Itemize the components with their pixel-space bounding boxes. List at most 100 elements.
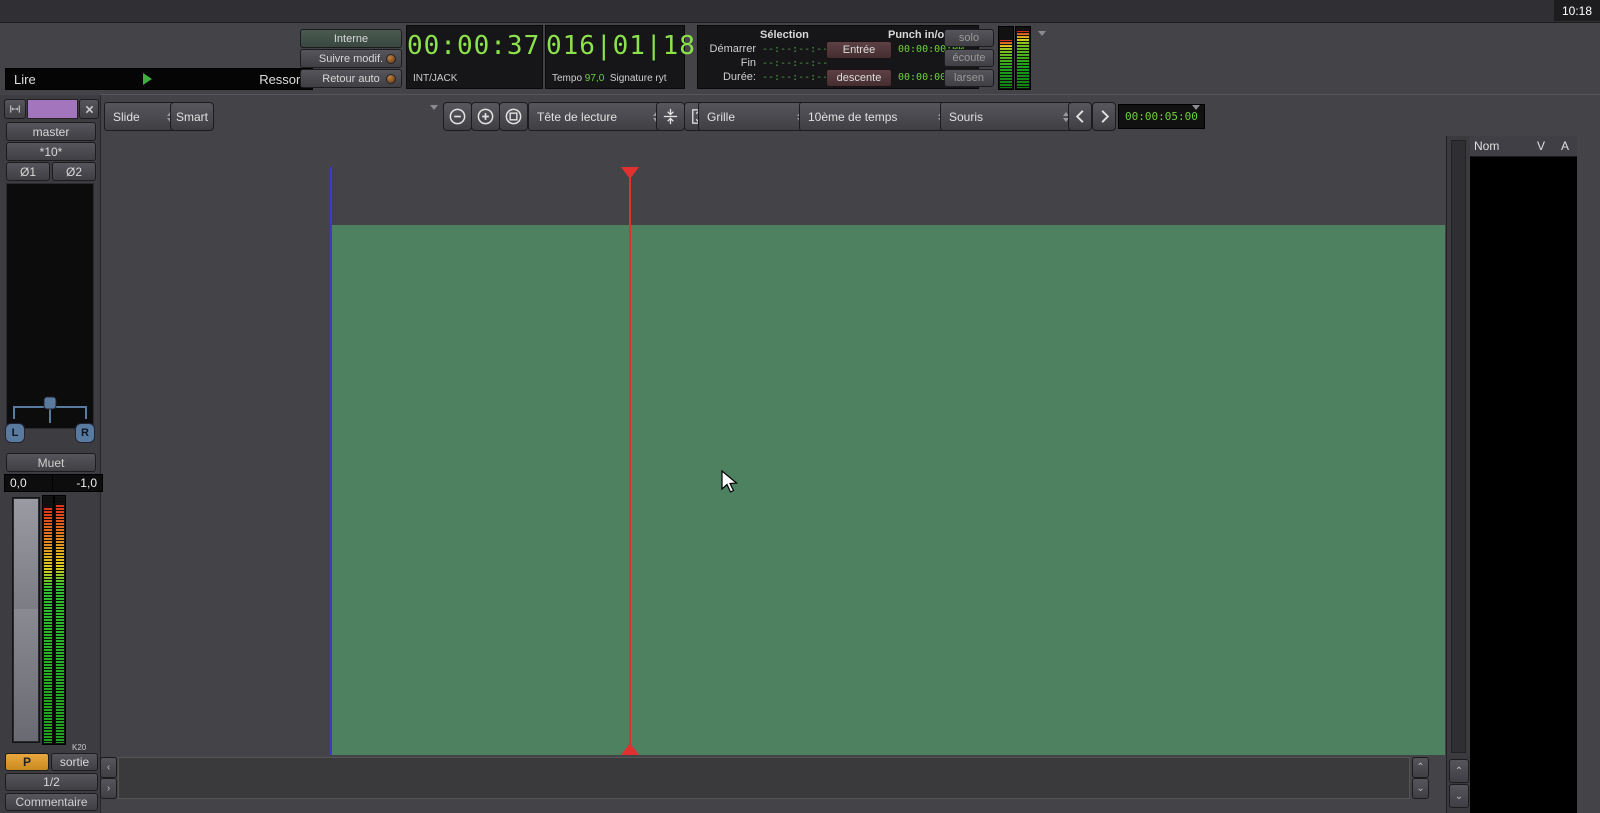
playhead-bottom-marker[interactable] [621, 743, 639, 755]
sel-end-value: --:--:--:-- [762, 58, 828, 69]
selection-title: Sélection [760, 29, 809, 41]
master-vu-right [1015, 26, 1031, 90]
summary-zoom-out-button[interactable]: ⌄ [1412, 778, 1429, 799]
editor-canvas[interactable] [330, 225, 1445, 755]
primary-clock-source: INT/JACK [413, 73, 457, 84]
follow-edits-label: Suivre modif. [319, 53, 383, 65]
meter-bar-right [54, 495, 66, 745]
summary-navigator: ‹ › ⌃ ⌄ [100, 757, 1445, 799]
master-vu-left [998, 26, 1014, 90]
scroll-up-button[interactable]: ⌃ [1449, 759, 1469, 783]
zoom-focus-combo[interactable]: Tête de lecture [528, 102, 668, 131]
follow-led-icon [386, 54, 396, 64]
editor-vertical-scrollbar[interactable]: ⌃ ⌄ [1446, 136, 1470, 813]
scroll-down-button[interactable]: ⌄ [1449, 784, 1469, 808]
strip-ten-button[interactable]: *10* [6, 142, 96, 161]
ardour-editor-window: 10:18 Lire Ressort Interne Suivre modif.… [0, 0, 1600, 813]
zoom-out-button[interactable] [443, 102, 472, 131]
phase-1-button[interactable]: Ø1 [6, 162, 50, 181]
auto-return-led-icon [386, 74, 396, 84]
signature-label: Signature ryt [610, 73, 667, 84]
draw-length-combo[interactable]: Souris [940, 102, 1078, 131]
comment-button[interactable]: Commentaire [5, 793, 98, 811]
summary-scroll-left-button[interactable]: ‹ [100, 757, 117, 778]
summary-view[interactable] [118, 757, 1410, 799]
auto-return-button[interactable]: Retour auto [300, 69, 402, 88]
sidebar-tabs [1577, 136, 1600, 813]
session-start-line [330, 167, 332, 755]
grid-unit-combo[interactable]: 10ème de temps [799, 102, 953, 131]
scrollbar-track[interactable] [1451, 140, 1466, 753]
phase-2-button[interactable]: Ø2 [52, 162, 96, 181]
output-button[interactable]: sortie [51, 753, 98, 771]
grid-unit-value: 10ème de temps [808, 110, 897, 124]
pan-right-button[interactable]: R [75, 423, 95, 443]
follow-edits-button[interactable]: Suivre modif. [300, 49, 402, 68]
status-bar: 10:18 [1554, 0, 1600, 21]
channels-button[interactable]: 1/2 [5, 773, 98, 791]
pan-widget[interactable]: L R [4, 395, 96, 447]
sel-start-label: Démarrer [698, 43, 756, 55]
menubar: 10:18 [0, 0, 1600, 23]
nudge-back-button[interactable] [1068, 102, 1092, 131]
sel-duration-label: Durée: [698, 71, 756, 83]
punch-out-button[interactable]: descente [826, 69, 892, 87]
grid-value: Grille [707, 110, 735, 124]
secondary-clock[interactable]: 016|01|1833 Tempo 97,0 Signature ryt [545, 25, 685, 89]
playhead[interactable] [629, 167, 631, 755]
sel-start-value: --:--:--:-- [762, 44, 828, 55]
gain-display[interactable]: 0,0 [4, 474, 55, 492]
summary-scroll-right-button[interactable]: › [100, 778, 117, 799]
col-nom[interactable]: Nom [1470, 139, 1529, 153]
zoom-in-button[interactable] [471, 102, 500, 131]
pan-left-button[interactable]: L [5, 423, 25, 443]
strip-name-button[interactable]: master [6, 122, 96, 141]
primary-clock[interactable]: 00:00:37:21 INT/JACK [406, 25, 543, 89]
audition-button[interactable]: écoute [944, 49, 994, 67]
nudge-chevron-icon[interactable] [1192, 105, 1200, 110]
col-a[interactable]: A [1553, 139, 1577, 153]
meter-standard-label: K20 [72, 743, 86, 752]
sel-duration-value: --:--:--:-- [762, 72, 828, 83]
editor-toolbar: Slide Smart Tête de lecture Grille 10ème… [100, 94, 1600, 137]
transport-bar: Lire Ressort Interne Suivre modif. Retou… [0, 23, 1600, 94]
tempo-label: Tempo [552, 73, 582, 84]
nudge-forward-button[interactable] [1092, 102, 1116, 131]
sel-end-label: Fin [698, 57, 756, 69]
transport-options-chevron-icon[interactable] [1038, 31, 1046, 36]
mouse-cursor [720, 470, 742, 494]
strip-hide-button[interactable] [79, 99, 99, 119]
peak-display[interactable]: -1,0 [52, 474, 103, 492]
processor-box [6, 183, 94, 429]
sync-source-button[interactable]: Interne [300, 29, 402, 48]
track-list-header: Nom V A [1470, 136, 1577, 157]
mute-button[interactable]: Muet [6, 453, 96, 472]
tools-chevron-icon[interactable] [430, 105, 438, 110]
solo-button[interactable]: solo [944, 29, 994, 47]
shuttle-spring-label: Ressort [259, 72, 304, 87]
draw-length-value: Souris [949, 110, 983, 124]
meter-scale [66, 495, 112, 745]
selection-panel: Sélection Punch in/out Démarrer Fin Duré… [697, 25, 979, 89]
fit-tracks-button[interactable] [656, 102, 685, 131]
summary-zoom-in-button[interactable]: ⌃ [1412, 757, 1429, 778]
meter-point-button[interactable]: P [5, 753, 49, 771]
feedback-button[interactable]: larsen [944, 69, 994, 87]
smart-mode-button[interactable]: Smart [170, 102, 214, 131]
zoom-focus-value: Tête de lecture [537, 110, 617, 124]
zoom-to-session-button[interactable] [499, 102, 528, 131]
grid-combo[interactable]: Grille [698, 102, 812, 131]
playhead-top-marker[interactable] [621, 167, 639, 179]
strip-width-button[interactable] [4, 99, 26, 119]
shuttle-play-label: Lire [14, 72, 36, 87]
wall-clock: 10:18 [1562, 4, 1592, 18]
secondary-clock-value: 016|01|1833 [546, 31, 684, 61]
punch-in-button[interactable]: Entrée [826, 41, 892, 59]
edit-mode-value: Slide [113, 110, 140, 124]
track-color-swatch[interactable] [27, 99, 78, 119]
col-v[interactable]: V [1529, 139, 1553, 153]
meter-bar-left [42, 495, 54, 745]
gain-fader[interactable] [12, 497, 40, 743]
tempo-value[interactable]: 97,0 [585, 73, 604, 84]
shuttle-control[interactable]: Lire Ressort [5, 68, 313, 90]
